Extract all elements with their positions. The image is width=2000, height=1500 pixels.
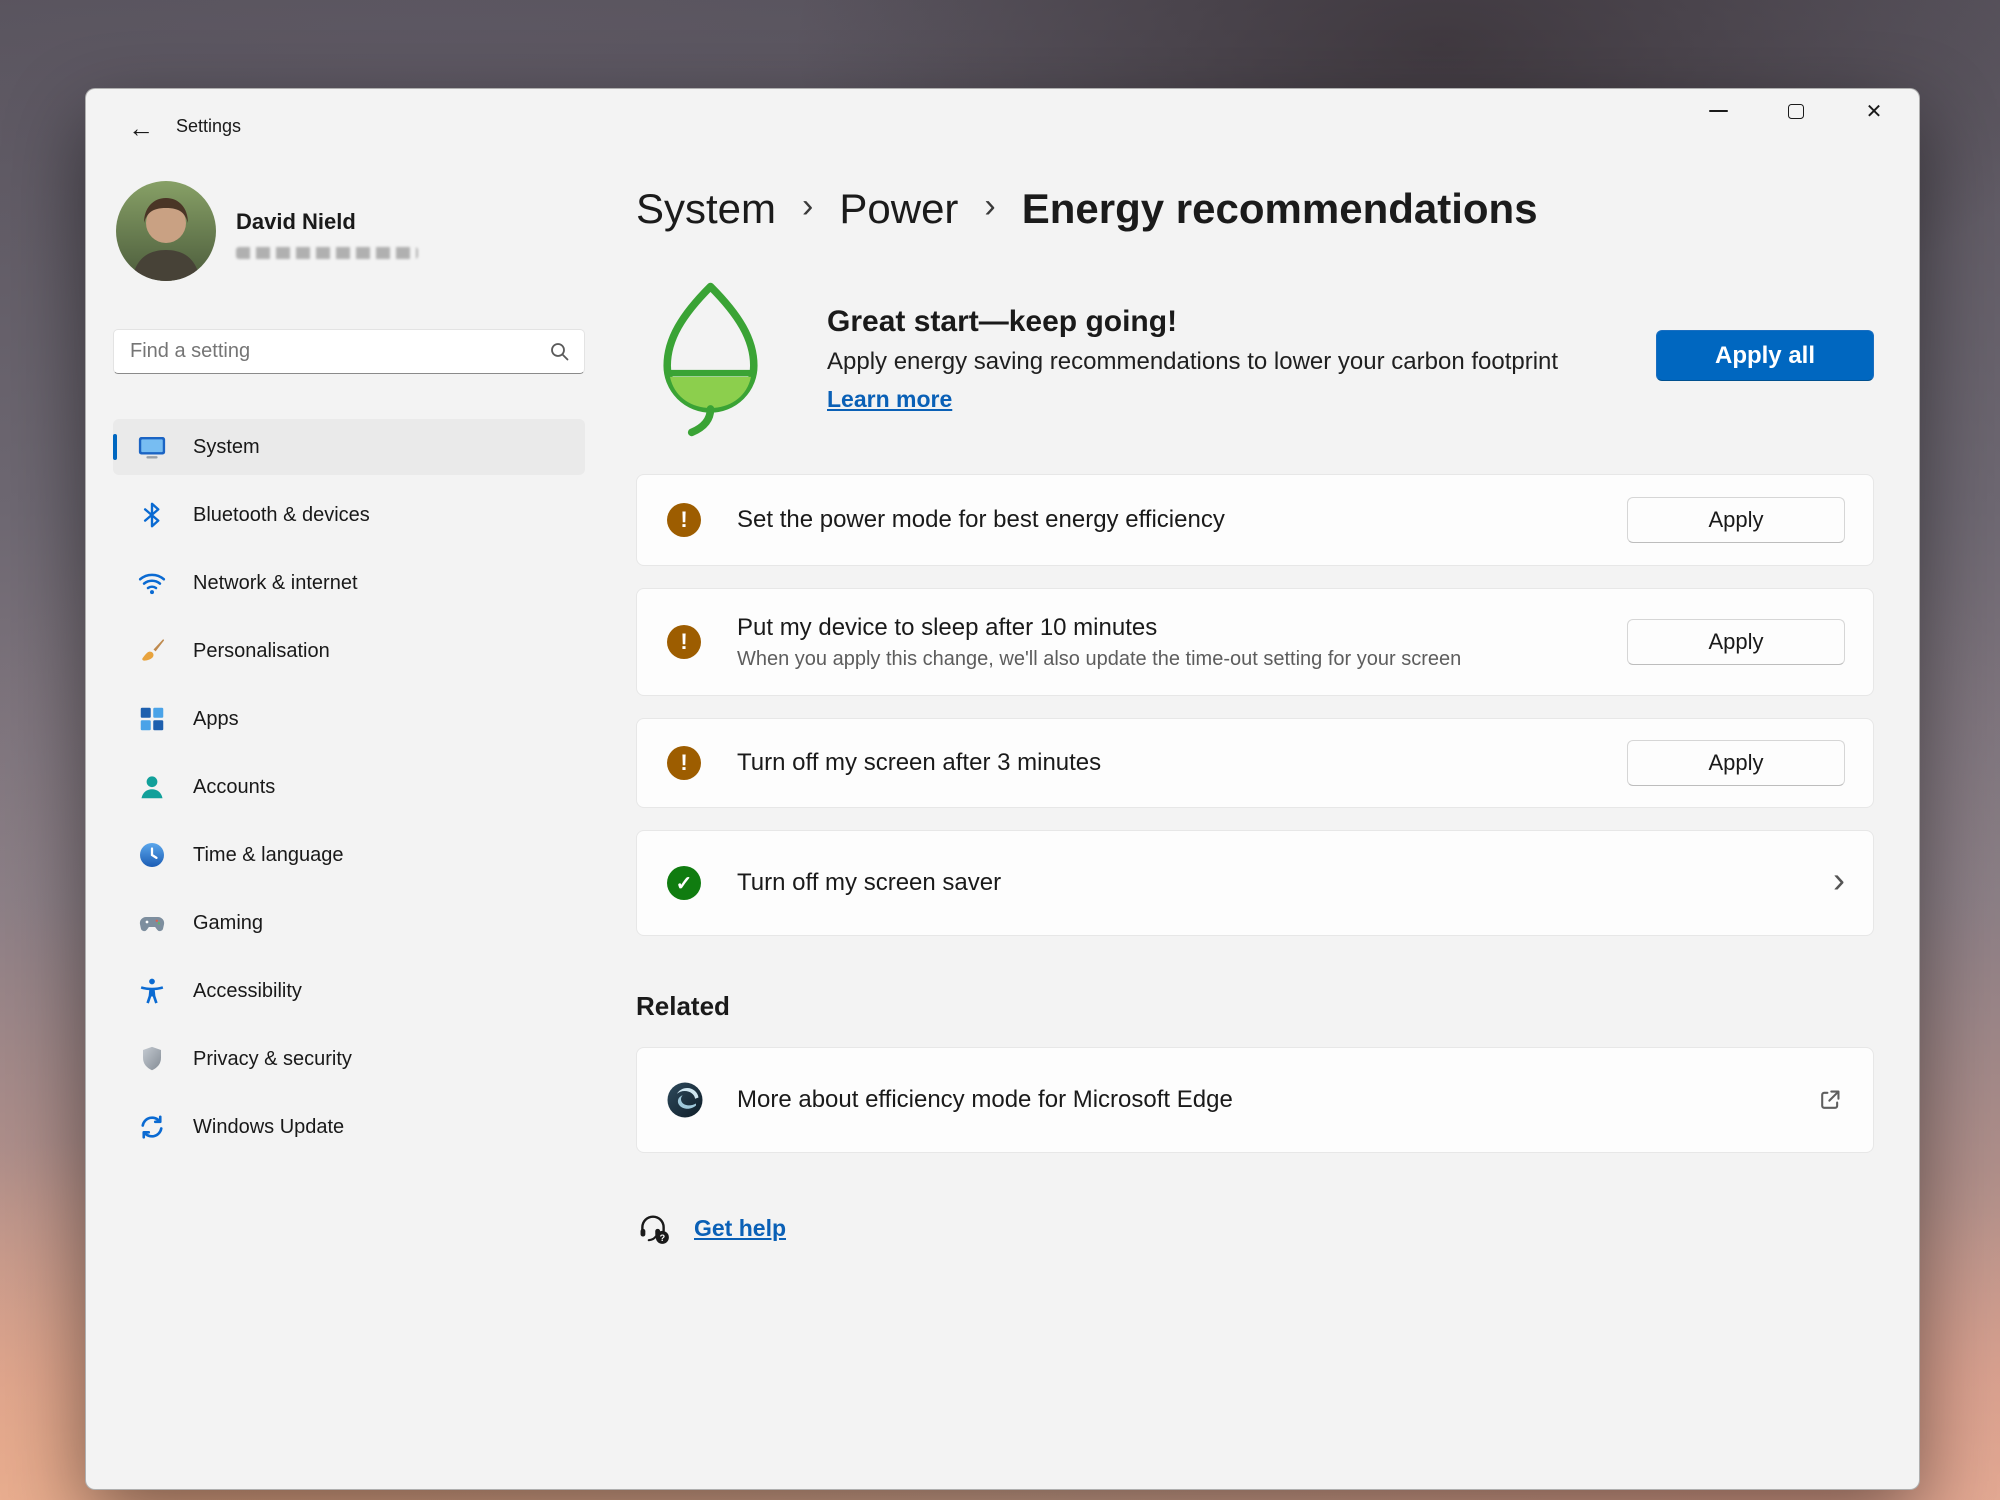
desktop-background: ← Settings ✕ David Nield <box>0 0 2000 1500</box>
display-icon <box>137 432 167 462</box>
sidebar-item-label: Apps <box>193 708 239 731</box>
back-arrow-icon: ← <box>128 113 154 144</box>
recommendation-subtitle: When you apply this change, we'll also u… <box>737 648 1461 671</box>
svg-text:?: ? <box>660 1233 666 1243</box>
sidebar-item-label: Accounts <box>193 776 275 799</box>
get-help-row: ? Get help <box>636 1211 786 1245</box>
check-icon: ✓ <box>667 866 701 900</box>
hero-title: Great start—keep going! <box>827 305 1558 339</box>
learn-more-link[interactable]: Learn more <box>827 386 952 413</box>
energy-hero: Great start—keep going! Apply energy sav… <box>636 279 1874 439</box>
sidebar-item-windows-update[interactable]: Windows Update <box>113 1099 585 1155</box>
breadcrumb: System › Power › Energy recommendations <box>636 185 1538 233</box>
maximize-button[interactable] <box>1767 89 1825 133</box>
warning-icon: ! <box>667 625 701 659</box>
gamepad-icon <box>137 908 167 938</box>
help-headset-icon: ? <box>636 1211 670 1245</box>
edge-logo-icon <box>665 1080 705 1120</box>
sidebar-item-label: Personalisation <box>193 640 330 663</box>
avatar <box>116 181 216 281</box>
sidebar-item-bluetooth-devices[interactable]: Bluetooth & devices <box>113 487 585 543</box>
search-box <box>113 329 585 374</box>
wifi-icon <box>137 568 167 598</box>
sidebar-item-personalisation[interactable]: Personalisation <box>113 623 585 679</box>
recommendation-card-power-mode: ! Set the power mode for best energy eff… <box>636 474 1874 566</box>
recommendation-title: Put my device to sleep after 10 minutes <box>737 614 1461 642</box>
sidebar-nav: System Bluetooth & devices Network & int… <box>113 419 585 1167</box>
person-icon <box>137 772 167 802</box>
warning-icon: ! <box>667 503 701 537</box>
recommendation-card-screen-off: ! Turn off my screen after 3 minutes App… <box>636 718 1874 808</box>
related-link-edge-efficiency[interactable]: More about efficiency mode for Microsoft… <box>636 1047 1874 1153</box>
apply-button[interactable]: Apply <box>1627 619 1845 665</box>
back-button[interactable]: ← <box>122 111 160 145</box>
warning-icon: ! <box>667 746 701 780</box>
apps-grid-icon <box>137 704 167 734</box>
window-title: Settings <box>176 116 241 137</box>
recommendation-title: Turn off my screen after 3 minutes <box>737 749 1101 777</box>
shield-icon <box>137 1044 167 1074</box>
sidebar-item-label: Time & language <box>193 844 343 867</box>
close-icon: ✕ <box>1866 99 1883 124</box>
sidebar-item-network-internet[interactable]: Network & internet <box>113 555 585 611</box>
apply-button[interactable]: Apply <box>1627 497 1845 543</box>
sidebar-item-privacy-security[interactable]: Privacy & security <box>113 1031 585 1087</box>
window-controls: ✕ <box>1689 89 1903 133</box>
chevron-right-icon: › <box>1833 862 1845 898</box>
breadcrumb-power[interactable]: Power <box>839 185 958 233</box>
sidebar-item-label: System <box>193 436 260 459</box>
sidebar-item-accessibility[interactable]: Accessibility <box>113 963 585 1019</box>
apply-all-button[interactable]: Apply all <box>1656 330 1874 381</box>
sidebar-item-gaming[interactable]: Gaming <box>113 895 585 951</box>
sidebar-item-label: Gaming <box>193 912 263 935</box>
related-link-label: More about efficiency mode for Microsoft… <box>737 1086 1233 1114</box>
get-help-link[interactable]: Get help <box>694 1215 786 1242</box>
page-title: Energy recommendations <box>1022 185 1538 233</box>
minimize-button[interactable] <box>1689 89 1747 133</box>
related-heading: Related <box>636 991 730 1022</box>
hero-text: Great start—keep going! Apply energy sav… <box>827 305 1558 413</box>
sidebar-item-label: Network & internet <box>193 572 358 595</box>
selected-accent-bar <box>113 434 117 460</box>
minimize-icon <box>1709 110 1728 112</box>
leaf-icon <box>654 279 767 439</box>
sidebar-item-label: Windows Update <box>193 1116 344 1139</box>
chevron-right-icon: › <box>802 187 813 226</box>
hero-subtitle: Apply energy saving recommendations to l… <box>827 348 1558 376</box>
recommendation-title: Turn off my screen saver <box>737 869 1001 897</box>
recommendation-card-screen-saver[interactable]: ✓ Turn off my screen saver › <box>636 830 1874 936</box>
paintbrush-icon <box>137 636 167 666</box>
sidebar-item-label: Privacy & security <box>193 1048 352 1071</box>
breadcrumb-system[interactable]: System <box>636 185 776 233</box>
apply-button[interactable]: Apply <box>1627 740 1845 786</box>
search-icon <box>548 340 572 364</box>
accessibility-icon <box>137 976 167 1006</box>
recommendation-card-sleep: ! Put my device to sleep after 10 minute… <box>636 588 1874 696</box>
sidebar-item-time-language[interactable]: Time & language <box>113 827 585 883</box>
sidebar-item-accounts[interactable]: Accounts <box>113 759 585 815</box>
sidebar-item-label: Accessibility <box>193 980 302 1003</box>
sidebar-item-system[interactable]: System <box>113 419 585 475</box>
recommendations-list: ! Set the power mode for best energy eff… <box>636 474 1874 958</box>
external-link-icon <box>1817 1087 1843 1113</box>
user-name: David Nield <box>236 209 356 235</box>
settings-window: ← Settings ✕ David Nield <box>85 88 1920 1490</box>
clock-icon <box>137 840 167 870</box>
close-button[interactable]: ✕ <box>1845 89 1903 133</box>
update-arrows-icon <box>137 1112 167 1142</box>
chevron-right-icon: › <box>984 187 995 226</box>
recommendation-title: Set the power mode for best energy effic… <box>737 506 1225 534</box>
maximize-icon <box>1788 104 1804 119</box>
bluetooth-icon <box>137 500 167 530</box>
sidebar-item-apps[interactable]: Apps <box>113 691 585 747</box>
search-input[interactable] <box>128 339 540 364</box>
redacted-email <box>236 247 418 259</box>
sidebar-item-label: Bluetooth & devices <box>193 504 370 527</box>
